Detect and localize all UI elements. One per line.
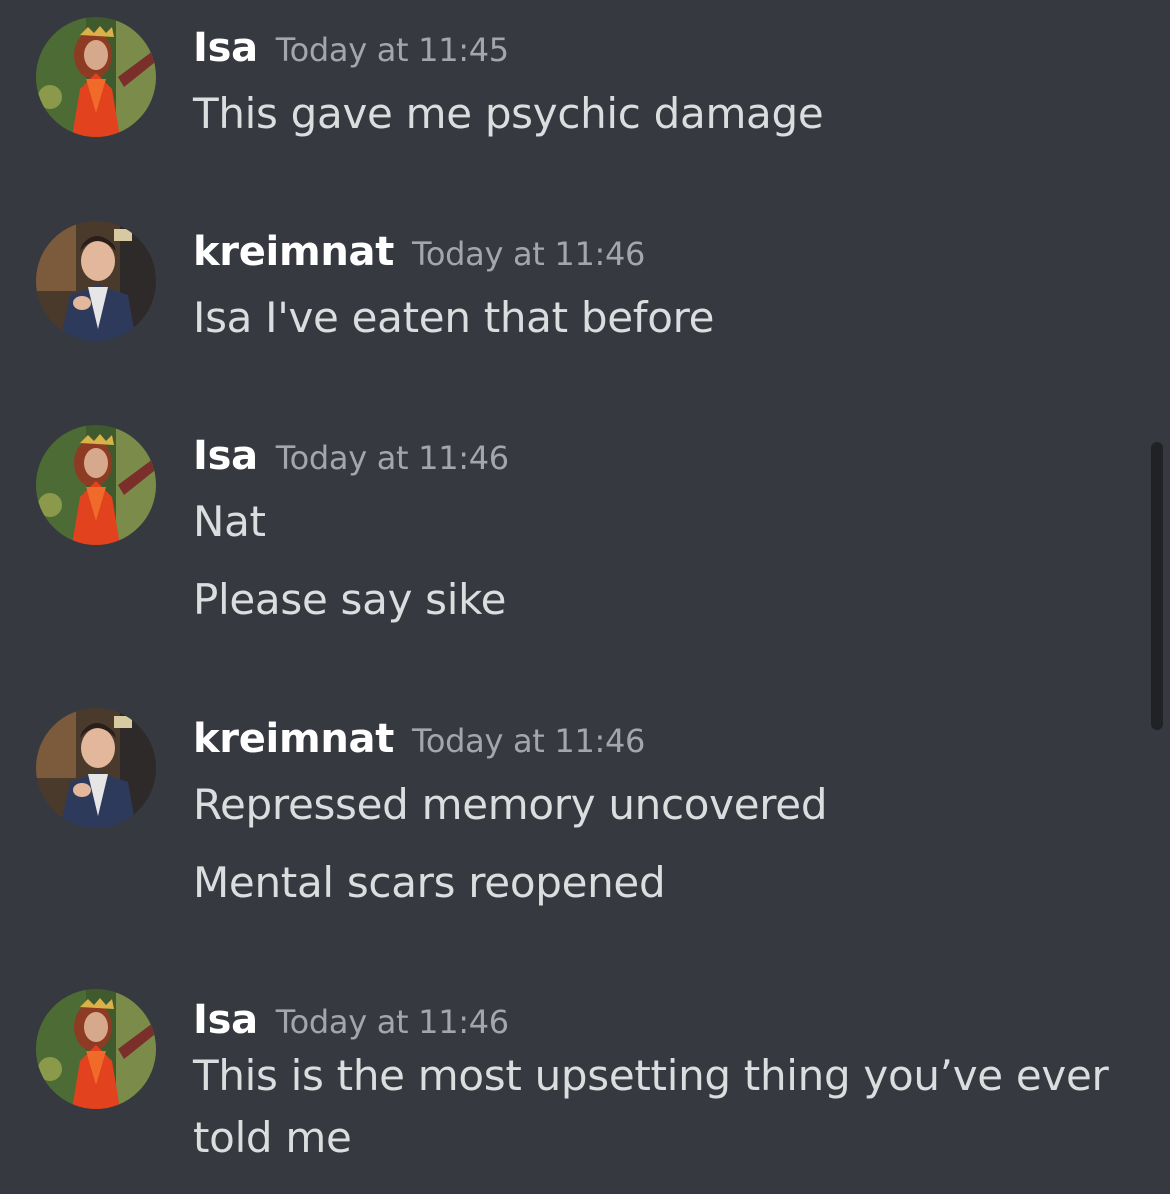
timestamp: Today at 11:46 [412,235,646,273]
message-header: kreimnat Today at 11:46 [193,716,645,762]
avatar[interactable] [36,708,156,828]
username[interactable]: Isa [193,25,258,71]
username[interactable]: Isa [193,433,258,479]
chat-message-list: Isa Today at 11:45 This gave me psychic d… [0,0,1170,1194]
message-text: This gave me psychic damage [193,89,824,138]
message-text: Mental scars reopened [193,858,666,907]
username[interactable]: kreimnat [193,229,394,275]
username[interactable]: kreimnat [193,716,394,762]
timestamp: Today at 11:46 [275,1003,509,1041]
avatar[interactable] [36,17,156,137]
message-text: Nat [193,497,266,546]
message-text: This is the most upsetting thing you’ve … [193,1051,1109,1100]
message-text: Isa I've eaten that before [193,293,715,342]
avatar[interactable] [36,425,156,545]
message-text: Repressed memory uncovered [193,780,828,829]
scrollbar[interactable] [1151,442,1163,730]
timestamp: Today at 11:46 [412,722,646,760]
timestamp: Today at 11:46 [275,439,509,477]
message-header: Isa Today at 11:45 [193,25,509,71]
username[interactable]: Isa [193,997,258,1043]
avatar[interactable] [36,989,156,1109]
message-header: Isa Today at 11:46 [193,433,509,479]
avatar[interactable] [36,221,156,341]
timestamp: Today at 11:45 [275,31,509,69]
message-text: Please say sike [193,575,507,624]
message-header: kreimnat Today at 11:46 [193,229,645,275]
message-text: told me [193,1113,352,1162]
message-header: Isa Today at 11:46 [193,997,509,1043]
